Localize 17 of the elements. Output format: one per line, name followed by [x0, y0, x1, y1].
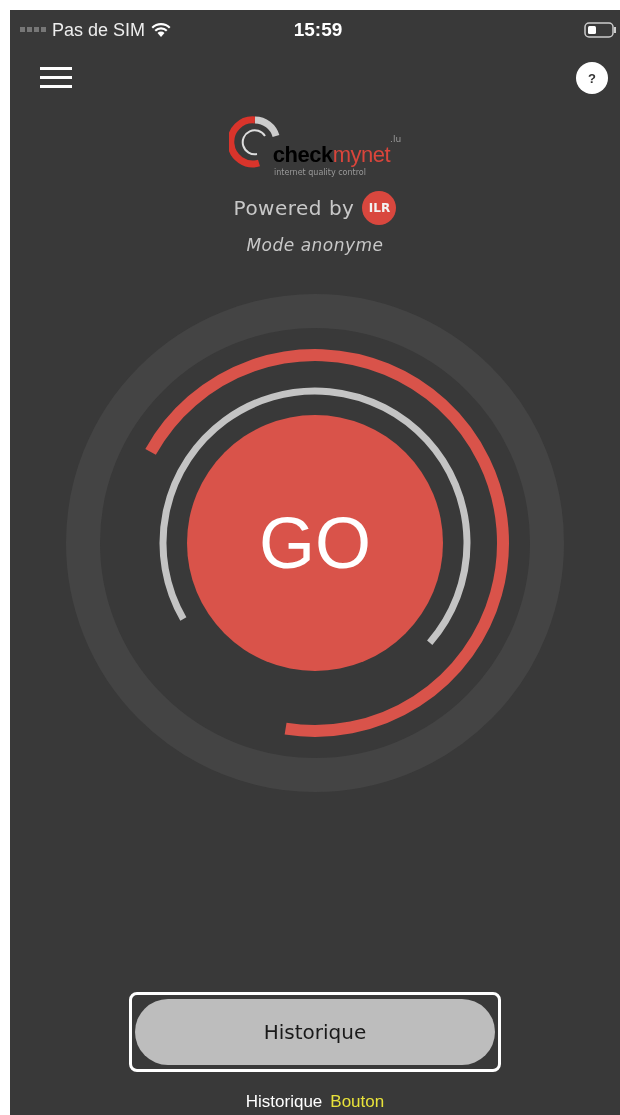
- clock-time: 15:59: [293, 19, 343, 41]
- help-button[interactable]: ?: [576, 62, 608, 94]
- battery-icon: [584, 22, 616, 38]
- history-button[interactable]: Historique: [135, 999, 495, 1065]
- go-button[interactable]: GO: [187, 415, 443, 671]
- menu-icon[interactable]: [40, 67, 72, 89]
- mode-label: Mode anonyme: [246, 235, 384, 255]
- logo-suffix: .lu: [390, 134, 402, 144]
- carrier-name: Pas de SIM: [52, 19, 146, 41]
- wifi-icon: [151, 22, 172, 38]
- voiceover-label: Historique: [245, 1092, 323, 1112]
- signal-icon: [20, 27, 46, 33]
- ilr-badge: ILR: [362, 191, 397, 225]
- voiceover-role: Bouton: [330, 1092, 385, 1112]
- logo-tagline: internet quality control: [274, 168, 366, 177]
- logo-wordmark: checkmynet: [272, 142, 391, 168]
- powered-by-text: Powered by: [233, 196, 355, 220]
